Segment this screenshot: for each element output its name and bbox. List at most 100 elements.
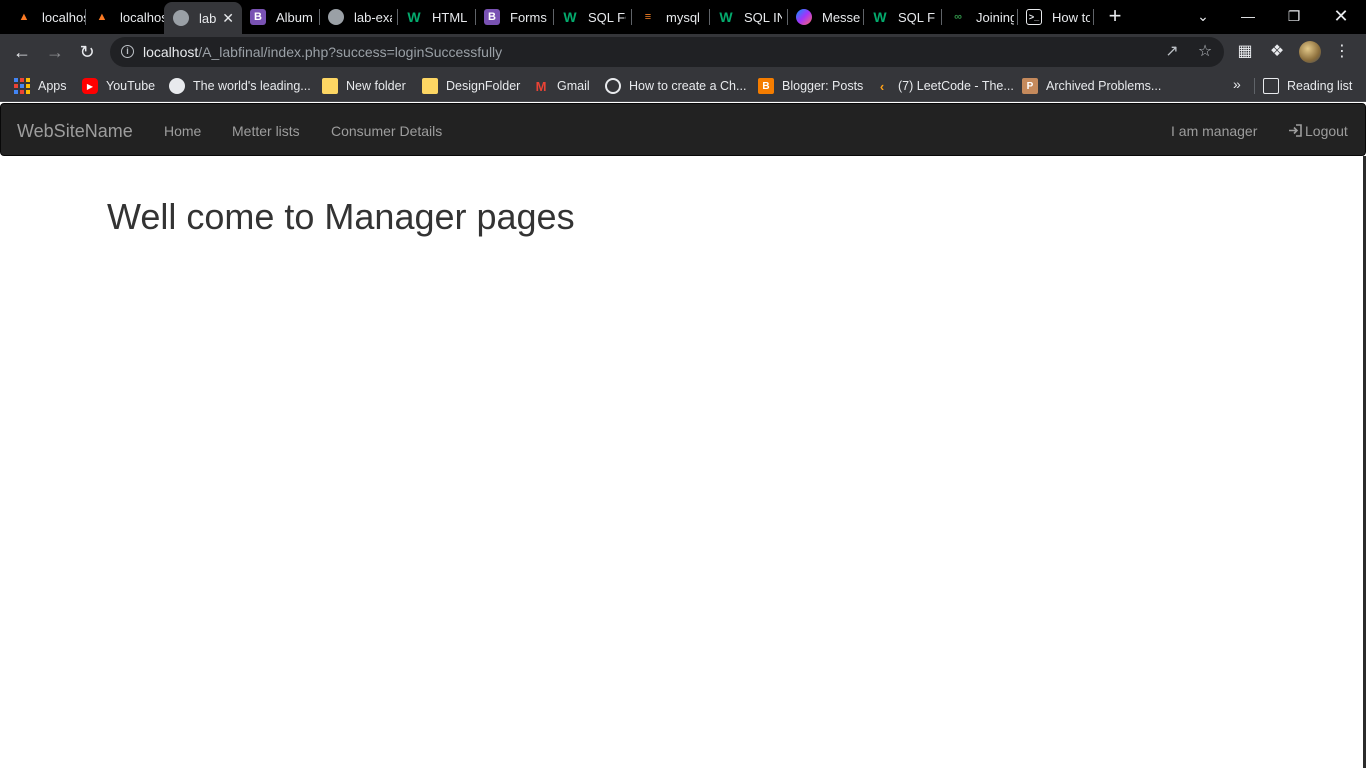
- address-bar[interactable]: i localhost/A_labfinal/index.php?success…: [110, 37, 1224, 67]
- bookmark-label: DesignFolder: [446, 79, 521, 93]
- nav-link-logout[interactable]: Logout: [1288, 123, 1348, 139]
- tab-title: lab-exam: [354, 9, 392, 25]
- chatgpt-icon: [605, 78, 621, 94]
- github-icon: [169, 78, 185, 94]
- nav-link-home[interactable]: Home: [164, 123, 201, 139]
- tab-title: mysql: [666, 9, 700, 25]
- tab-title: localhost: [42, 9, 86, 25]
- bookmark-label: The world's leading...: [193, 79, 311, 93]
- bookmark-archived-problems[interactable]: P Archived Problems...: [1022, 77, 1161, 95]
- browser-tab-active[interactable]: lab ✕: [164, 2, 242, 34]
- reading-list-label: Reading list: [1287, 79, 1353, 93]
- bookmarks-overflow-button[interactable]: »: [1233, 76, 1241, 92]
- site-brand-link[interactable]: WebSiteName: [17, 121, 133, 142]
- bookmark-label: (7) LeetCode - The...: [898, 79, 1014, 93]
- bookmark-label: Archived Problems...: [1046, 79, 1162, 93]
- tab-title: SQL FULL: [898, 9, 936, 25]
- bookmark-gmail[interactable]: M Gmail: [533, 77, 590, 95]
- bookmark-star-icon[interactable]: ☆: [1195, 42, 1215, 62]
- new-tab-button[interactable]: +: [1104, 5, 1126, 28]
- tab-title: Messenger: [822, 9, 860, 25]
- bookmark-label: How to create a Ch...: [629, 79, 747, 93]
- bookmark-github[interactable]: The world's leading...: [169, 77, 311, 95]
- bookmark-design-folder[interactable]: DesignFolder: [422, 77, 520, 95]
- reading-list-button[interactable]: Reading list: [1263, 77, 1352, 95]
- minimize-button[interactable]: —: [1225, 0, 1271, 34]
- messenger-icon: [796, 9, 812, 25]
- profile-avatar[interactable]: [1299, 41, 1321, 63]
- tab-title: Joining: [976, 9, 1014, 25]
- bookmark-new-folder[interactable]: New folder: [322, 77, 406, 95]
- page-icon: >_: [1026, 9, 1042, 25]
- browser-tab[interactable]: B Album: [242, 4, 320, 30]
- tab-title: localhost: [120, 9, 165, 25]
- bookmark-label: YouTube: [106, 79, 156, 93]
- restore-button[interactable]: ❐: [1271, 0, 1317, 34]
- browser-tab[interactable]: lab-exam: [320, 4, 398, 30]
- bookmark-apps[interactable]: Apps: [14, 77, 67, 95]
- close-window-button[interactable]: ✕: [1318, 0, 1364, 34]
- xampp-icon: ▲: [18, 11, 30, 23]
- menu-kebab-icon[interactable]: ⋮: [1332, 42, 1352, 62]
- bookmark-label: Gmail: [557, 79, 590, 93]
- nav-link-consumer-details[interactable]: Consumer Details: [331, 123, 442, 139]
- youtube-icon: ▶: [82, 78, 98, 94]
- bookmark-leetcode[interactable]: ‹ (7) LeetCode - The...: [874, 77, 1014, 95]
- share-icon[interactable]: ↗: [1162, 42, 1182, 62]
- stackoverflow-icon: ≡: [644, 11, 652, 23]
- nav-link-user-role[interactable]: I am manager: [1171, 123, 1257, 139]
- page-content: WebSiteName Home Metter lists Consumer D…: [0, 103, 1366, 768]
- tab-title: How to: [1052, 9, 1090, 25]
- browser-tab-strip: ▲ localhost ▲ localhost lab ✕ B Album la…: [0, 0, 1366, 34]
- divider: [1254, 78, 1255, 94]
- browser-tab[interactable]: W HTML: [398, 4, 476, 30]
- geeksforgeeks-icon: ∞: [954, 11, 962, 23]
- close-tab-icon[interactable]: ✕: [222, 10, 234, 27]
- reload-icon[interactable]: ↻: [75, 40, 99, 64]
- log-in-icon: [1289, 124, 1302, 137]
- tab-title: SQL INSERT: [744, 9, 782, 25]
- browser-tab[interactable]: ▲ localhost: [86, 4, 165, 30]
- extension-grid-icon[interactable]: ▦: [1235, 42, 1255, 62]
- w3schools-icon: W: [719, 9, 733, 25]
- browser-toolbar: ← → ↻ i localhost/A_labfinal/index.php?s…: [0, 34, 1366, 70]
- bootstrap-icon: B: [484, 9, 500, 25]
- browser-tab[interactable]: ∞ Joining: [942, 4, 1018, 30]
- nav-link-metter-lists[interactable]: Metter lists: [232, 123, 300, 139]
- back-arrow-icon[interactable]: ←: [10, 40, 34, 64]
- browser-tab[interactable]: W SQL INSERT: [710, 4, 788, 30]
- forward-arrow-icon[interactable]: →: [43, 40, 67, 64]
- tab-search-icon[interactable]: ⌄: [1180, 0, 1226, 34]
- url-text[interactable]: localhost/A_labfinal/index.php?success=l…: [143, 44, 502, 60]
- page-title: Well come to Manager pages: [107, 196, 575, 237]
- globe-icon: [328, 9, 344, 25]
- browser-tab[interactable]: B Forms: [476, 4, 554, 30]
- bootstrap-icon: B: [250, 9, 266, 25]
- bookmark-how-to-create[interactable]: How to create a Ch...: [605, 77, 746, 95]
- browser-tab[interactable]: W SQL FULL: [864, 4, 942, 30]
- w3schools-icon: W: [873, 9, 887, 25]
- browser-tab[interactable]: W SQL FOREIGN: [554, 4, 632, 30]
- bookmark-youtube[interactable]: ▶ YouTube: [82, 77, 155, 95]
- gmail-icon: M: [535, 78, 547, 94]
- tab-title: Forms: [510, 9, 547, 25]
- site-info-icon[interactable]: i: [121, 45, 134, 58]
- browser-tab[interactable]: ≡ mysql: [632, 4, 710, 30]
- bookmark-label: Blogger: Posts: [782, 79, 864, 93]
- tab-title: SQL FOREIGN: [588, 9, 626, 25]
- archive-icon: P: [1022, 78, 1038, 94]
- tab-title: lab: [199, 10, 217, 26]
- browser-tab[interactable]: >_ How to: [1018, 4, 1094, 30]
- bookmark-blogger[interactable]: B Blogger: Posts: [758, 77, 863, 95]
- folder-icon: [322, 78, 338, 94]
- w3schools-icon: W: [407, 9, 421, 25]
- browser-tab[interactable]: ▲ localhost: [8, 4, 86, 30]
- xampp-icon: ▲: [96, 11, 108, 23]
- browser-tab[interactable]: Messenger: [788, 4, 864, 30]
- logout-label: Logout: [1305, 123, 1348, 139]
- tab-title: HTML: [432, 9, 468, 25]
- w3schools-icon: W: [563, 9, 577, 25]
- globe-icon: [173, 10, 189, 26]
- reading-list-icon: [1263, 78, 1279, 94]
- puzzle-extensions-icon[interactable]: ❖: [1267, 42, 1287, 62]
